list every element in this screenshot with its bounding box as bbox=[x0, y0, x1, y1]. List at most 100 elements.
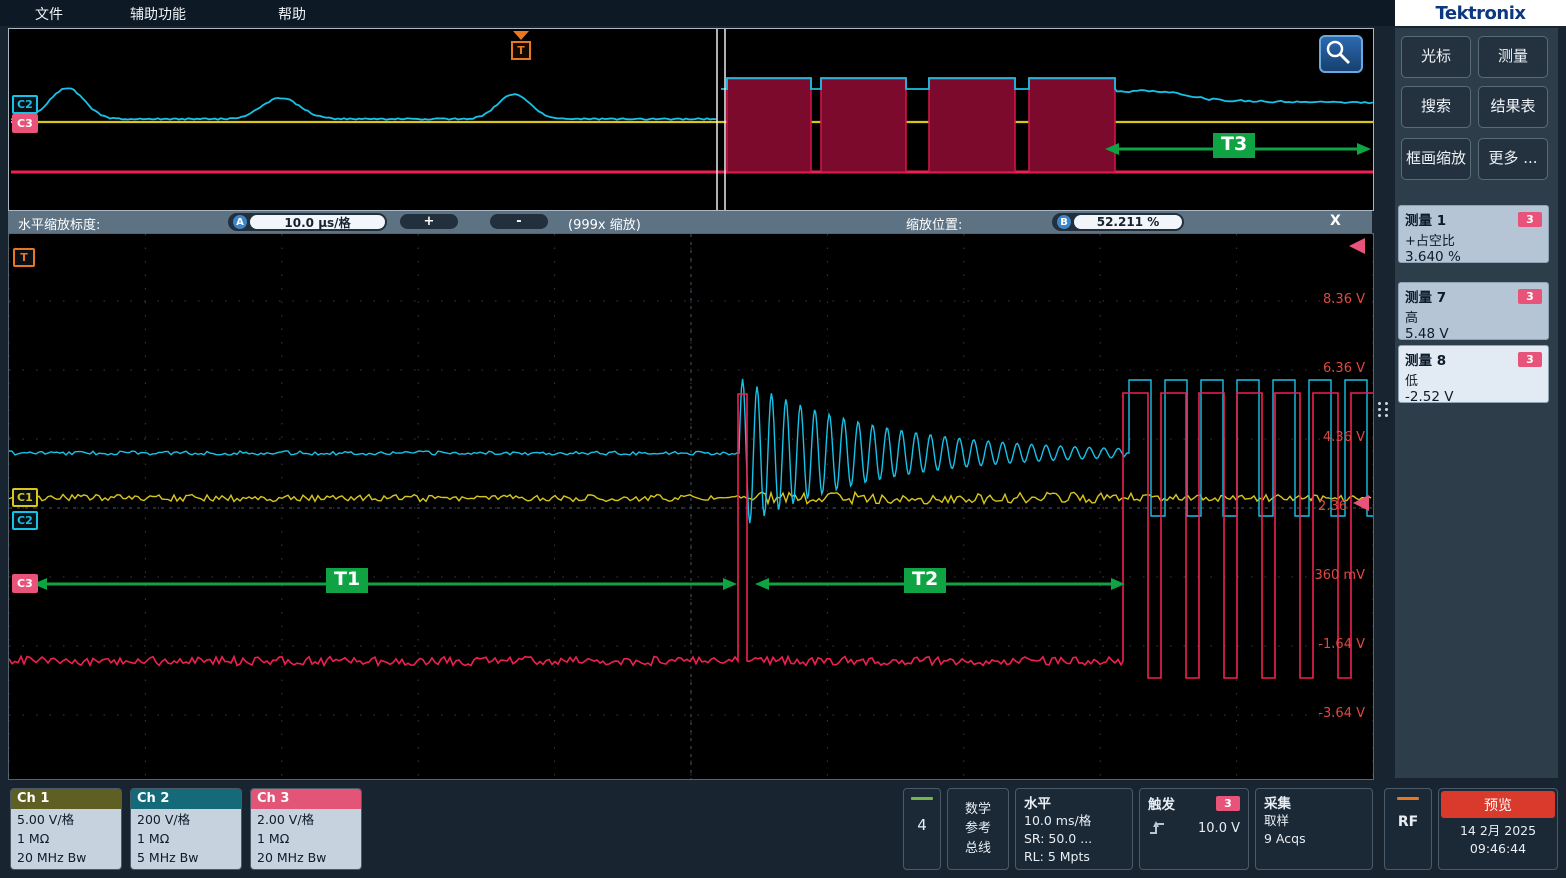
trigger-source-flag[interactable]: T bbox=[13, 248, 35, 267]
channel3-badge[interactable]: Ch 3 2.00 V/格 1 MΩ 20 MHz Bw bbox=[250, 788, 362, 870]
right-sidebar: 光标 测量 搜索 结果表 框画缩放 更多 ... 测量 1 3 +占空比 3.6… bbox=[1395, 28, 1558, 778]
channel1-scale: 5.00 V/格 bbox=[17, 810, 115, 829]
menu-file[interactable]: 文件 bbox=[35, 4, 63, 24]
channel3-name: Ch 3 bbox=[251, 789, 361, 809]
box-zoom-button[interactable]: 框画缩放 bbox=[1401, 138, 1471, 180]
measurement-value: 3.640 % bbox=[1405, 249, 1542, 265]
channel2-scale: 200 V/格 bbox=[137, 810, 235, 829]
acquisition-count: 9 Acqs bbox=[1264, 830, 1364, 848]
scale-label: 360 mV bbox=[1285, 568, 1365, 583]
annotation-t1-label: T1 bbox=[326, 568, 368, 593]
main-waveforms bbox=[9, 234, 1373, 779]
menu-utility[interactable]: 辅助功能 bbox=[130, 4, 186, 24]
channel3-bandwidth: 20 MHz Bw bbox=[257, 848, 355, 867]
channel2-bandwidth: 5 MHz Bw bbox=[137, 848, 235, 867]
bus-label: 总线 bbox=[965, 839, 991, 859]
menu-bar: 文件 辅助功能 帮助 bbox=[0, 0, 1566, 26]
trigger-position-arrow[interactable] bbox=[1349, 238, 1365, 254]
preview-card: 预览 14 2月 2025 09:46:44 bbox=[1438, 788, 1558, 870]
rf-label: RF bbox=[1398, 814, 1418, 830]
channel1-impedance: 1 MΩ bbox=[17, 829, 115, 848]
rf-badge[interactable]: RF bbox=[1384, 788, 1432, 870]
oscilloscope-app: 文件 辅助功能 帮助 Tektronix T C2 C3 T3 水平缩放标度: … bbox=[0, 0, 1566, 878]
channel2-impedance: 1 MΩ bbox=[137, 829, 235, 848]
rising-edge-icon bbox=[1148, 821, 1166, 836]
trigger-title: 触发 bbox=[1148, 793, 1175, 813]
zoom-in-button[interactable]: + bbox=[400, 214, 458, 229]
ref-label: 参考 bbox=[965, 819, 991, 839]
measurement-title: 测量 1 bbox=[1405, 209, 1446, 229]
magnifier-glyph bbox=[1321, 37, 1355, 67]
scale-label: -1.64 V bbox=[1285, 637, 1365, 652]
scale-label: 8.36 V bbox=[1285, 292, 1365, 307]
zoom-position-label: 缩放位置: bbox=[906, 214, 962, 233]
channel1-flag[interactable]: C1 bbox=[12, 488, 38, 507]
scale-label: 4.36 V bbox=[1285, 430, 1365, 445]
waveform-display[interactable]: T C1 C2 C3 T1 T2 8.36 V 6.36 V 4.36 V 2.… bbox=[8, 233, 1374, 780]
measurement-value: -2.52 V bbox=[1405, 389, 1542, 405]
rf-color-dash bbox=[1397, 797, 1419, 800]
cursors-button[interactable]: 光标 bbox=[1401, 36, 1471, 78]
source-channel-badge: 3 bbox=[1518, 289, 1542, 304]
preview-button[interactable]: 预览 bbox=[1441, 791, 1555, 818]
zoom-factor-label: (999x 缩放) bbox=[568, 214, 641, 233]
search-button[interactable]: 搜索 bbox=[1401, 86, 1471, 128]
overview-channel2-flag[interactable]: C2 bbox=[12, 95, 38, 114]
measurement-name: 低 bbox=[1405, 370, 1542, 389]
zoom-overview-panel[interactable]: T C2 C3 T3 bbox=[8, 28, 1374, 211]
overview-channel3-flag[interactable]: C3 bbox=[12, 114, 38, 133]
horizontal-title: 水平 bbox=[1024, 792, 1124, 812]
trigger-badge[interactable]: 触发 3 10.0 V bbox=[1139, 788, 1249, 870]
acquisition-mode: 取样 bbox=[1264, 812, 1364, 830]
trigger-level-arrow[interactable] bbox=[1353, 495, 1369, 511]
math-ref-bus-button[interactable]: 数学 参考 总线 bbox=[947, 788, 1009, 870]
scale-label: 2.36 bbox=[1267, 499, 1347, 514]
measurement-card-8[interactable]: 测量 8 3 低 -2.52 V bbox=[1398, 345, 1549, 403]
measure-button[interactable]: 测量 bbox=[1478, 36, 1548, 78]
annotation-t2-label: T2 bbox=[904, 568, 946, 593]
annotation-t3-label: T3 bbox=[1213, 133, 1255, 158]
horizontal-scale: 10.0 ms/格 bbox=[1024, 812, 1124, 830]
zoom-out-button[interactable]: - bbox=[490, 214, 548, 229]
zoom-scale-label: 水平缩放标度: bbox=[18, 214, 100, 233]
trigger-source-badge: 3 bbox=[1216, 796, 1240, 811]
trigger-flag: T bbox=[511, 41, 531, 60]
channel3-flag[interactable]: C3 bbox=[12, 574, 38, 593]
channel1-badge[interactable]: Ch 1 5.00 V/格 1 MΩ 20 MHz Bw bbox=[10, 788, 122, 870]
measurement-name: 高 bbox=[1405, 307, 1542, 326]
date-label: 14 2月 2025 bbox=[1439, 822, 1557, 840]
channel2-badge[interactable]: Ch 2 200 V/格 1 MΩ 5 MHz Bw bbox=[130, 788, 242, 870]
zoom-position-value[interactable]: 52.211 % bbox=[1074, 215, 1182, 229]
zoom-toolbar: 水平缩放标度: A 10.0 µs/格 + - (999x 缩放) 缩放位置: … bbox=[8, 211, 1372, 233]
measurement-title: 测量 7 bbox=[1405, 286, 1446, 306]
horizontal-badge[interactable]: 水平 10.0 ms/格 SR: 50.0 ... RL: 5 Mpts bbox=[1015, 788, 1133, 870]
trigger-level: 10.0 V bbox=[1198, 821, 1240, 836]
panel-splitter-handle[interactable] bbox=[1378, 402, 1389, 417]
tektronix-logo: Tektronix bbox=[1395, 0, 1566, 26]
more-button[interactable]: 更多 ... bbox=[1478, 138, 1548, 180]
acquisition-badge[interactable]: 采集 取样 9 Acqs bbox=[1255, 788, 1373, 870]
trigger-arrow-icon bbox=[513, 31, 529, 40]
scale-label: -3.64 V bbox=[1285, 706, 1365, 721]
results-table-button[interactable]: 结果表 bbox=[1478, 86, 1548, 128]
zoom-close-button[interactable]: X bbox=[1330, 213, 1341, 229]
multipurpose-b-badge: B bbox=[1057, 215, 1071, 229]
channel2-flag[interactable]: C2 bbox=[12, 511, 38, 530]
zoom-scale-value[interactable]: 10.0 µs/格 bbox=[250, 215, 385, 229]
channel3-scale: 2.00 V/格 bbox=[257, 810, 355, 829]
zoom-scale-control[interactable]: A 10.0 µs/格 bbox=[228, 213, 387, 231]
channel4-badge[interactable]: 4 bbox=[903, 788, 941, 870]
source-channel-badge: 3 bbox=[1518, 352, 1542, 367]
trigger-position-marker[interactable]: T bbox=[510, 31, 532, 60]
zoom-position-control[interactable]: B 52.211 % bbox=[1052, 213, 1184, 231]
measurement-value: 5.48 V bbox=[1405, 326, 1542, 342]
channel4-number: 4 bbox=[917, 816, 927, 834]
measurement-card-7[interactable]: 测量 7 3 高 5.48 V bbox=[1398, 282, 1549, 340]
measurement-card-1[interactable]: 测量 1 3 +占空比 3.640 % bbox=[1398, 205, 1549, 263]
scale-label: 6.36 V bbox=[1285, 361, 1365, 376]
overview-waveforms bbox=[9, 29, 1373, 210]
horizontal-record-length: RL: 5 Mpts bbox=[1024, 848, 1124, 866]
menu-help[interactable]: 帮助 bbox=[278, 4, 306, 24]
channel4-color-dash bbox=[911, 797, 933, 800]
zoom-magnifier-icon[interactable] bbox=[1319, 35, 1363, 73]
